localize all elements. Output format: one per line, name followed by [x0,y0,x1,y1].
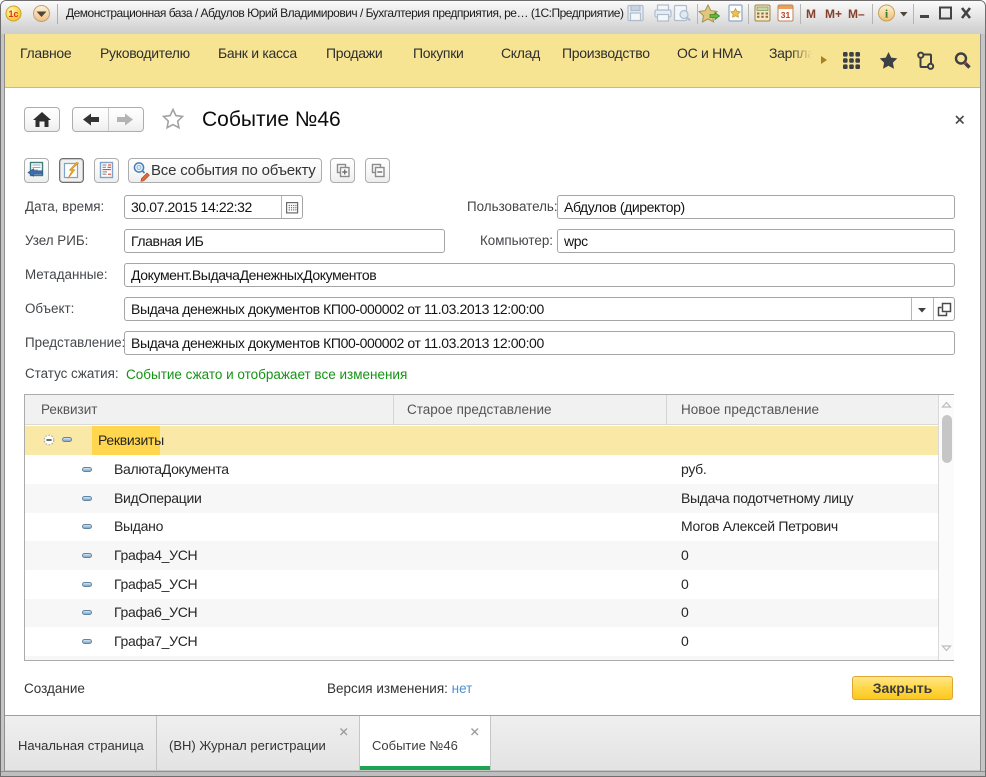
svg-text:M: M [806,7,816,21]
svg-text:31: 31 [781,10,791,20]
svg-text:M+: M+ [825,7,842,21]
svg-text:M–: M– [848,7,865,21]
svg-text:1с: 1с [8,9,18,19]
